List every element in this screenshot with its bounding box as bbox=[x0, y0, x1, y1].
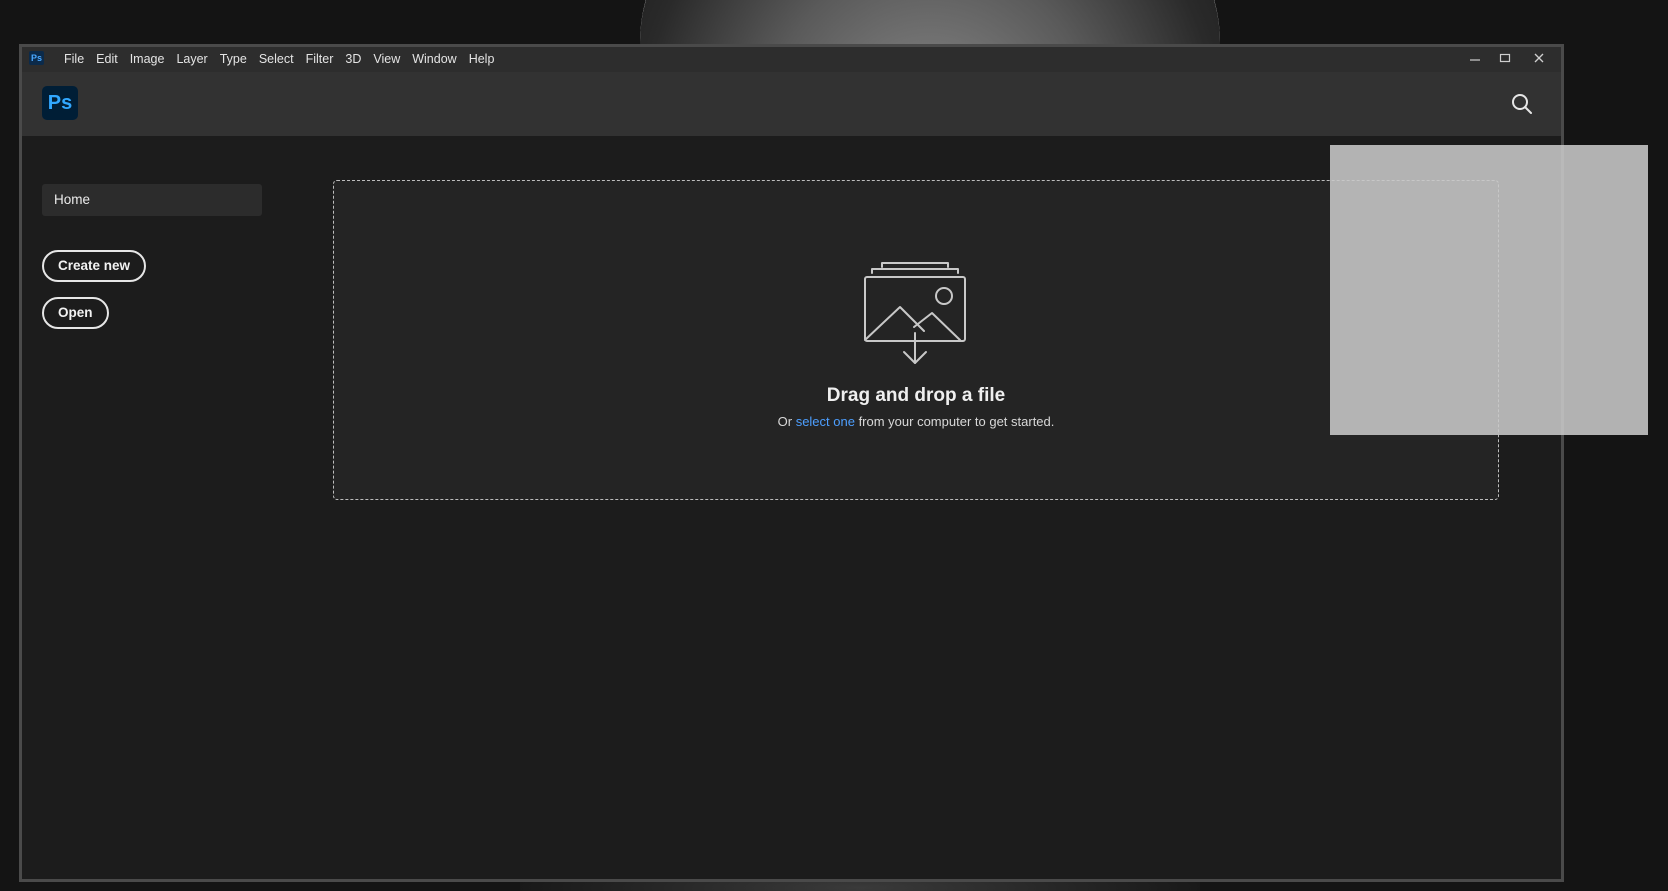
drop-zone-subtitle: Or select one from your computer to get … bbox=[334, 414, 1498, 429]
search-button[interactable] bbox=[1510, 92, 1534, 116]
minimize-button[interactable] bbox=[1460, 47, 1490, 69]
maximize-icon bbox=[1499, 53, 1511, 63]
window-controls bbox=[1460, 47, 1558, 69]
close-button[interactable] bbox=[1520, 47, 1558, 69]
menu-select[interactable]: Select bbox=[253, 47, 300, 72]
maximize-button[interactable] bbox=[1490, 47, 1520, 69]
search-icon bbox=[1512, 94, 1532, 114]
create-new-button[interactable]: Create new bbox=[42, 250, 147, 282]
open-button[interactable]: Open bbox=[42, 297, 109, 329]
menu-bar: File Edit Image Layer Type Select Filter… bbox=[58, 47, 500, 72]
title-bar: Ps File Edit Image Layer Type Select Fil… bbox=[22, 47, 1561, 72]
image-upload-icon bbox=[864, 262, 966, 364]
photoshop-app-icon[interactable]: Ps bbox=[29, 51, 44, 65]
menu-image[interactable]: Image bbox=[124, 47, 171, 72]
drop-zone-title: Drag and drop a file bbox=[826, 385, 1006, 406]
menu-type[interactable]: Type bbox=[214, 47, 253, 72]
select-file-link[interactable]: select one bbox=[796, 414, 855, 429]
menu-edit[interactable]: Edit bbox=[90, 47, 124, 72]
drop-zone-subtitle-suffix: from your computer to get started. bbox=[854, 414, 1055, 429]
menu-filter[interactable]: Filter bbox=[300, 47, 340, 72]
desktop: Ps File Edit Image Layer Type Select Fil… bbox=[0, 0, 1668, 891]
file-drop-zone[interactable]: Drag and drop a file Or select one from … bbox=[333, 180, 1499, 500]
menu-window[interactable]: Window bbox=[406, 47, 462, 72]
photoshop-logo: Ps bbox=[42, 86, 78, 120]
minimize-icon bbox=[1470, 59, 1480, 61]
menu-help[interactable]: Help bbox=[463, 47, 501, 72]
app-header: Ps bbox=[22, 72, 1561, 136]
drop-zone-subtitle-prefix: Or bbox=[777, 414, 796, 429]
menu-file[interactable]: File bbox=[58, 47, 90, 72]
menu-3d[interactable]: 3D bbox=[339, 47, 367, 72]
overlay-panel bbox=[1330, 145, 1648, 435]
menu-layer[interactable]: Layer bbox=[170, 47, 213, 72]
sidebar-item-home[interactable]: Home bbox=[42, 184, 262, 216]
close-icon bbox=[1534, 53, 1544, 63]
menu-view[interactable]: View bbox=[367, 47, 406, 72]
